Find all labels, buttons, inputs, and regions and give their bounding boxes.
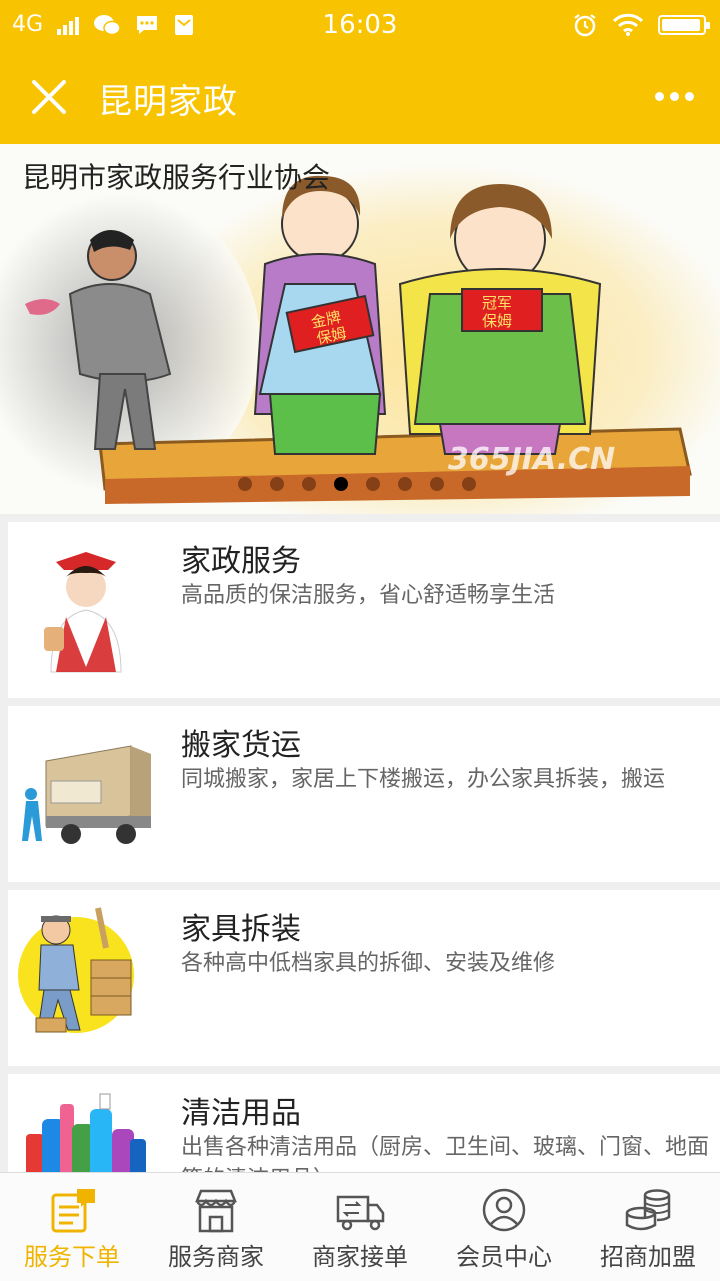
carousel-dot[interactable] bbox=[270, 477, 284, 491]
carousel-dot[interactable] bbox=[302, 477, 316, 491]
tab-order[interactable]: 服务下单 bbox=[0, 1173, 144, 1281]
banner-watermark: 365JIA.CN bbox=[448, 442, 615, 477]
tab-label: 商家接单 bbox=[312, 1243, 408, 1271]
service-card-cleaning[interactable]: 清洁用品 出售各种清洁用品（厨房、卫生间、玻璃、门窗、地面等的清洁用品） bbox=[8, 1074, 720, 1172]
service-card-moving[interactable]: 搬家货运 同城搬家，家居上下楼搬运，办公家具拆装，搬运 bbox=[8, 706, 720, 882]
user-icon bbox=[482, 1188, 526, 1232]
battery-icon bbox=[658, 15, 710, 35]
banner-carousel[interactable]: 金牌 保姆 冠军 保姆 365JIA.CN 昆明市家政服务行业协会 bbox=[0, 144, 720, 514]
bottom-tab-bar: 服务下单 服务商家 商家接单 会员中心 招商加盟 bbox=[0, 1172, 720, 1281]
carousel-dot-active[interactable] bbox=[334, 477, 348, 491]
tab-accept-orders[interactable]: 商家接单 bbox=[288, 1173, 432, 1281]
service-desc: 各种高中低档家具的拆御、安装及维修 bbox=[181, 951, 556, 976]
service-desc: 同城搬家，家居上下楼搬运，办公家具拆装，搬运 bbox=[181, 767, 666, 792]
shop-icon bbox=[195, 1189, 237, 1233]
tab-shops[interactable]: 服务商家 bbox=[144, 1173, 288, 1281]
service-title: 搬家货运 bbox=[181, 728, 301, 763]
tab-label: 招商加盟 bbox=[600, 1243, 696, 1271]
wifi-icon bbox=[612, 13, 644, 36]
tab-member[interactable]: 会员中心 bbox=[432, 1173, 576, 1281]
service-title: 清洁用品 bbox=[181, 1096, 301, 1131]
status-right bbox=[572, 12, 710, 38]
service-list: 家政服务 高品质的保洁服务，省心舒适畅享生活 搬家货运 同城搬家，家居上下楼搬运… bbox=[0, 514, 720, 1172]
service-title: 家政服务 bbox=[181, 544, 301, 579]
sign-right-line2: 保姆 bbox=[482, 312, 512, 330]
banner-illustration: 金牌 保姆 冠军 保姆 365JIA.CN bbox=[0, 164, 720, 514]
order-icon bbox=[51, 1189, 95, 1233]
housekeeper-icon bbox=[44, 552, 122, 673]
carousel-dots bbox=[238, 477, 476, 491]
sign-right-line1: 冠军 bbox=[482, 294, 512, 312]
service-title: 家具拆装 bbox=[181, 912, 301, 947]
carousel-dot[interactable] bbox=[462, 477, 476, 491]
more-icon[interactable] bbox=[655, 92, 694, 101]
banner-caption: 昆明市家政服务行业协会 bbox=[22, 161, 331, 194]
status-bar: 4G 16:03 bbox=[0, 0, 720, 50]
tab-label: 服务商家 bbox=[168, 1243, 264, 1271]
carpenter-icon bbox=[18, 907, 134, 1033]
alarm-icon bbox=[574, 14, 596, 37]
service-desc: 出售各种清洁用品（厨房、卫生间、玻璃、门窗、地面等的清洁用品） bbox=[181, 1135, 710, 1172]
title-bar: 昆明家政 bbox=[0, 50, 720, 144]
page-title: 昆明家政 bbox=[98, 82, 238, 122]
coins-icon bbox=[625, 1189, 671, 1231]
carousel-dot[interactable] bbox=[238, 477, 252, 491]
tab-label: 服务下单 bbox=[24, 1243, 120, 1271]
moving-truck-icon bbox=[22, 745, 151, 844]
carousel-dot[interactable] bbox=[366, 477, 380, 491]
service-card-housekeeping[interactable]: 家政服务 高品质的保洁服务，省心舒适畅享生活 bbox=[8, 522, 720, 698]
tab-label: 会员中心 bbox=[456, 1243, 552, 1271]
carousel-dot[interactable] bbox=[430, 477, 444, 491]
carousel-dot[interactable] bbox=[398, 477, 412, 491]
close-icon[interactable] bbox=[28, 76, 70, 118]
truck-icon bbox=[336, 1195, 385, 1231]
tab-franchise[interactable]: 招商加盟 bbox=[576, 1173, 720, 1281]
service-desc: 高品质的保洁服务，省心舒适畅享生活 bbox=[181, 583, 556, 608]
service-card-furniture[interactable]: 家具拆装 各种高中低档家具的拆御、安装及维修 bbox=[8, 890, 720, 1066]
cleaning-bottles-icon bbox=[26, 1093, 146, 1172]
